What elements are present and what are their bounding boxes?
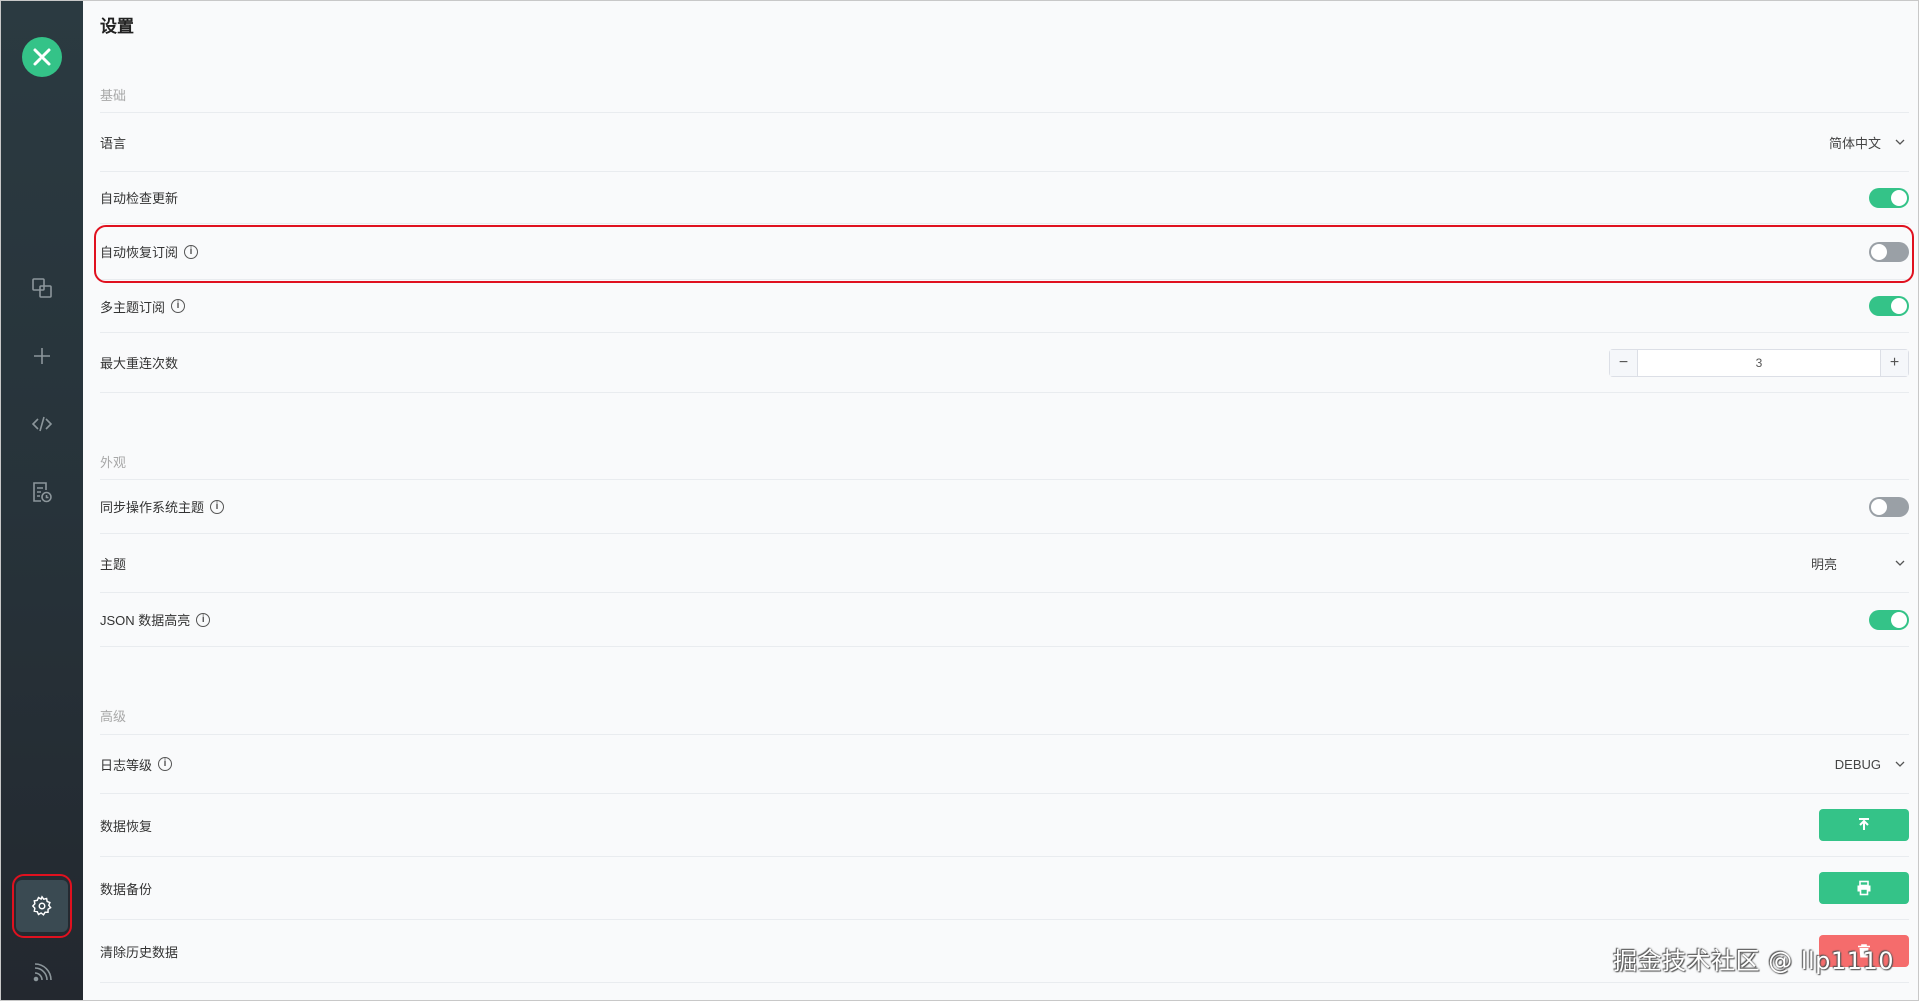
- toggle-knob: [1871, 498, 1887, 515]
- row-sync-os-theme: 同步操作系统主题 i: [100, 479, 1909, 534]
- app-logo: [22, 37, 62, 77]
- language-label: 语言: [100, 135, 127, 151]
- toggle-knob: [1891, 189, 1907, 206]
- row-data-restore: 数据恢复: [100, 794, 1909, 857]
- sidebar: [1, 1, 83, 1000]
- data-backup-label: 数据备份: [100, 881, 153, 897]
- toggle-knob: [1891, 298, 1907, 314]
- row-auto-check-update: 自动检查更新: [100, 172, 1909, 224]
- log-level-select[interactable]: DEBUG: [1835, 757, 1909, 772]
- auto-check-update-label: 自动检查更新: [100, 191, 179, 206]
- info-icon[interactable]: i: [184, 244, 199, 259]
- chevron-down-icon: [1895, 560, 1905, 566]
- theme-select[interactable]: 明亮: [1811, 554, 1909, 573]
- language-value: 简体中文: [1828, 135, 1881, 151]
- row-theme: 主题 明亮: [100, 534, 1909, 593]
- decrement-button[interactable]: −: [1610, 349, 1638, 376]
- info-icon[interactable]: i: [171, 299, 186, 313]
- row-auto-resubscribe: 自动恢复订阅 i: [100, 224, 1909, 280]
- data-restore-button[interactable]: [1819, 809, 1909, 841]
- sync-os-theme-toggle[interactable]: [1869, 496, 1909, 517]
- connections-icon[interactable]: [22, 268, 62, 308]
- row-log-level: 日志等级 i DEBUG: [100, 734, 1909, 794]
- log-level-label-wrap: 日志等级 i: [100, 755, 173, 774]
- sync-os-theme-label-wrap: 同步操作系统主题 i: [100, 497, 225, 516]
- multi-topic-toggle[interactable]: [1869, 296, 1909, 316]
- section-basic: 基础: [100, 88, 127, 103]
- watermark: 掘金技术社区 @ llp1110: [1613, 947, 1894, 975]
- row-language: 语言 简体中文: [100, 112, 1909, 172]
- log-level-value: DEBUG: [1834, 756, 1881, 772]
- row-max-reconnect: 最大重连次数 − 3 +: [100, 333, 1909, 393]
- upload-icon: [1859, 818, 1869, 830]
- increment-button[interactable]: +: [1880, 349, 1908, 376]
- settings-icon[interactable]: [16, 880, 68, 932]
- json-highlight-label-wrap: JSON 数据高亮 i: [100, 610, 211, 629]
- sync-os-theme-label: 同步操作系统主题: [100, 500, 205, 515]
- multi-topic-label-wrap: 多主题订阅 i: [100, 297, 186, 316]
- section-appearance: 外观: [100, 455, 127, 470]
- feed-icon[interactable]: [22, 953, 62, 993]
- toggle-knob: [1891, 611, 1907, 628]
- auto-resubscribe-label: 自动恢复订阅: [100, 245, 179, 260]
- row-multi-topic: 多主题订阅 i: [100, 280, 1909, 333]
- clear-history-label: 清除历史数据: [100, 944, 179, 960]
- section-advanced: 高级: [100, 709, 127, 724]
- multi-topic-label: 多主题订阅: [100, 299, 166, 315]
- data-restore-label: 数据恢复: [100, 818, 153, 834]
- max-reconnect-label: 最大重连次数: [100, 356, 179, 371]
- json-highlight-toggle[interactable]: [1869, 609, 1909, 630]
- auto-resubscribe-label-wrap: 自动恢复订阅 i: [100, 242, 199, 261]
- json-highlight-label: JSON 数据高亮: [100, 613, 191, 628]
- auto-check-update-toggle[interactable]: [1869, 187, 1909, 208]
- max-reconnect-value[interactable]: 3: [1638, 350, 1880, 376]
- language-select[interactable]: 简体中文: [1829, 133, 1909, 152]
- toggle-knob: [1871, 243, 1887, 260]
- info-icon[interactable]: i: [210, 499, 225, 514]
- chevron-down-icon: [1895, 761, 1905, 767]
- auto-resubscribe-toggle[interactable]: [1869, 241, 1909, 262]
- max-reconnect-stepper[interactable]: − 3 +: [1609, 348, 1909, 377]
- data-backup-button[interactable]: [1819, 872, 1909, 904]
- info-icon[interactable]: i: [196, 612, 211, 627]
- log-icon[interactable]: [22, 472, 62, 512]
- log-level-label: 日志等级: [100, 757, 153, 773]
- theme-value: 明亮: [1810, 556, 1837, 572]
- row-json-highlight: JSON 数据高亮 i: [100, 593, 1909, 647]
- script-icon[interactable]: [22, 404, 62, 444]
- plus-icon[interactable]: [22, 336, 62, 376]
- info-icon[interactable]: i: [158, 757, 173, 771]
- theme-label: 主题: [100, 556, 127, 572]
- print-icon: [1857, 880, 1871, 896]
- page-title: 设置: [100, 17, 134, 36]
- row-data-backup: 数据备份: [100, 857, 1909, 920]
- chevron-down-icon: [1895, 139, 1905, 145]
